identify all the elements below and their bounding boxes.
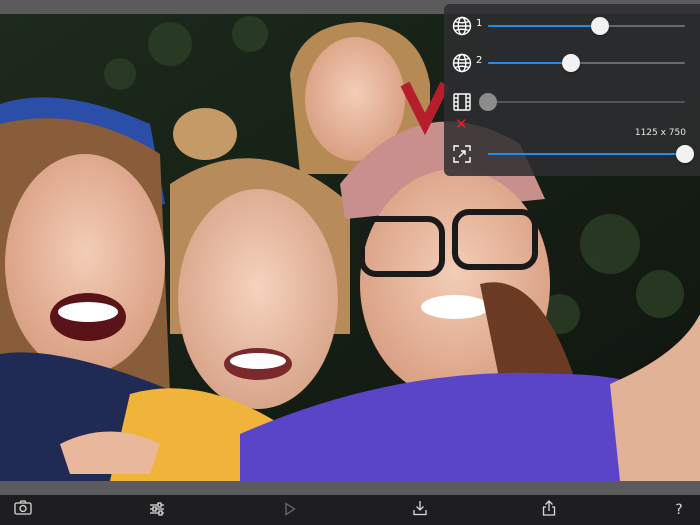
film-icon	[451, 91, 473, 113]
bottom-border	[0, 481, 700, 495]
slider-label-1: 1	[476, 18, 483, 29]
slider-label-2: 2	[476, 55, 483, 66]
globe-icon	[451, 15, 473, 37]
sliders-icon	[149, 501, 165, 520]
help-button[interactable]: ?	[667, 498, 691, 522]
share-icon	[541, 500, 557, 520]
slider-4-thumb[interactable]	[676, 145, 694, 163]
slider-3[interactable]	[479, 93, 685, 111]
slider-row-1: 1	[444, 10, 700, 40]
slider-row-3	[444, 86, 700, 116]
bottom-toolbar: ?	[0, 495, 700, 525]
slider-2-thumb[interactable]	[561, 54, 580, 72]
save-button[interactable]	[408, 498, 432, 522]
adjustments-panel: 1 2 ✕ 1125 x 750	[444, 4, 700, 176]
resize-icon	[451, 143, 473, 165]
slider-1[interactable]	[488, 17, 685, 35]
camera-button[interactable]	[11, 498, 35, 522]
play-button[interactable]	[278, 498, 302, 522]
slider-2-fill	[488, 62, 571, 64]
download-icon	[412, 500, 428, 520]
slider-1-thumb[interactable]	[591, 17, 610, 35]
slider-4-fill	[488, 153, 685, 155]
slider-row-4	[444, 138, 700, 168]
output-size-label: 1125 x 750	[634, 128, 686, 138]
slider-3-thumb[interactable]	[479, 93, 497, 111]
slider-1-fill	[488, 25, 601, 27]
camera-icon	[14, 500, 32, 520]
play-icon	[284, 501, 296, 520]
adjustments-button[interactable]	[145, 498, 169, 522]
globe-icon	[451, 52, 473, 74]
slider-2[interactable]	[488, 54, 685, 72]
share-button[interactable]	[537, 498, 561, 522]
slider-row-2: 2	[444, 47, 700, 77]
slider-4[interactable]	[488, 145, 694, 163]
close-icon[interactable]: ✕	[455, 117, 468, 132]
